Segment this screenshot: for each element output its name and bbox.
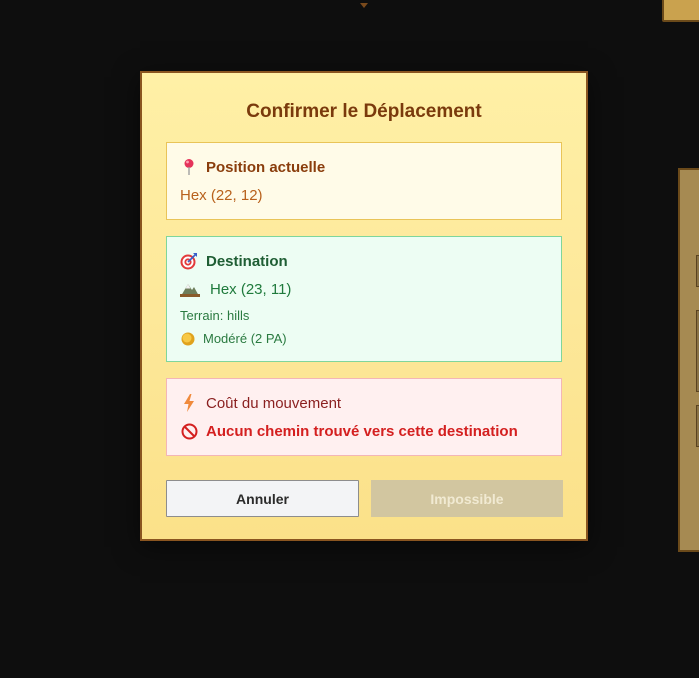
background-panel-top <box>662 0 699 22</box>
move-confirm-dialog: Confirmer le Déplacement Position actuel… <box>140 71 588 541</box>
movement-cost-label: Coût du mouvement <box>206 394 342 412</box>
mountain-icon <box>180 280 200 298</box>
coin-icon <box>180 331 195 346</box>
target-icon <box>180 252 198 270</box>
destination-card: Destination Hex (23, 11) Terrain: hills … <box>166 236 562 362</box>
path-error-message: Aucun chemin trouvé vers cette destinati… <box>206 422 518 440</box>
current-position-value: Hex (22, 12) <box>180 187 263 204</box>
destination-hex-row: Hex (23, 11) <box>180 280 291 298</box>
lightning-icon <box>180 394 198 412</box>
movement-cost-card: Coût du mouvement Aucun chemin trouvé ve… <box>166 378 562 456</box>
destination-terrain: Terrain: hills <box>180 308 250 323</box>
dialog-title: Confirmer le Déplacement <box>246 101 482 122</box>
current-position-header: Position actuelle <box>180 158 325 176</box>
destination-difficulty: Modéré (2 PA) <box>203 331 287 346</box>
destination-hex-value: Hex (23, 11) <box>210 280 292 298</box>
path-error-row: Aucun chemin trouvé vers cette destinati… <box>180 422 518 440</box>
movement-cost-header: Coût du mouvement <box>180 394 341 412</box>
current-position-card: Position actuelle Hex (22, 12) <box>166 142 562 220</box>
prohibited-icon <box>180 422 198 440</box>
background-caret <box>360 3 368 8</box>
destination-difficulty-row: Modéré (2 PA) <box>180 331 287 346</box>
pin-icon <box>180 158 198 176</box>
destination-header: Destination <box>180 252 288 270</box>
impossible-button[interactable]: Impossible <box>371 480 563 517</box>
background-side-panel <box>678 168 699 552</box>
cancel-button[interactable]: Annuler <box>166 480 359 517</box>
destination-label: Destination <box>206 252 288 270</box>
current-position-label: Position actuelle <box>206 158 326 176</box>
